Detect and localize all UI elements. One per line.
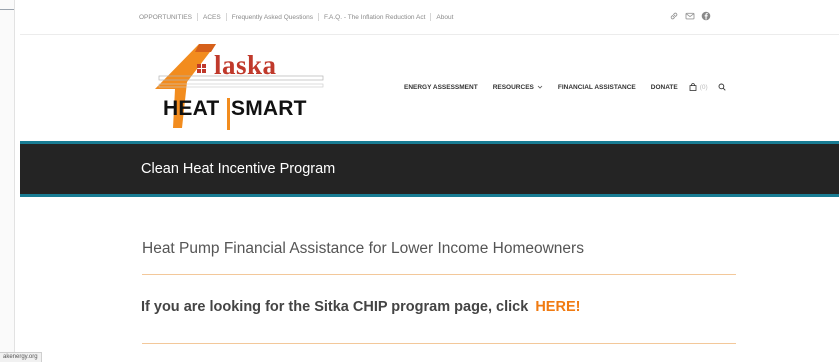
cta-text: If you are looking for the Sitka CHIP pr… <box>141 299 529 315</box>
logo-word-heat: HEAT <box>163 97 220 120</box>
divider <box>142 274 736 275</box>
cta-here-link[interactable]: HERE! <box>535 299 580 315</box>
banner-accent-bottom <box>20 194 839 197</box>
main-nav: ENERGY ASSESSMENT RESOURCES FINANCIAL AS… <box>404 83 726 91</box>
nav-energy-assessment[interactable]: ENERGY ASSESSMENT <box>404 84 478 91</box>
top-links: OPPORTUNITIES ACES Frequently Asked Ques… <box>139 13 453 21</box>
chevron-down-icon <box>537 85 543 89</box>
nav-resources-label: RESOURCES <box>492 83 534 91</box>
nav-financial-assistance[interactable]: FINANCIAL ASSISTANCE <box>558 84 636 91</box>
social-icons <box>669 11 711 21</box>
rail-marker <box>0 9 14 10</box>
toplink-opportunities[interactable]: OPPORTUNITIES <box>139 14 192 21</box>
search-icon[interactable] <box>718 83 726 91</box>
toplink-faq[interactable]: Frequently Asked Questions <box>232 14 313 21</box>
section-heading: Heat Pump Financial Assistance for Lower… <box>142 240 584 257</box>
cta-line: If you are looking for the Sitka CHIP pr… <box>141 299 580 315</box>
site-logo[interactable]: laska HEAT SMART <box>137 42 337 134</box>
divider <box>142 343 736 344</box>
toplink-about[interactable]: About <box>436 14 453 21</box>
top-utility-bar: OPPORTUNITIES ACES Frequently Asked Ques… <box>20 0 839 35</box>
cart-count: (0) <box>699 83 708 91</box>
page-title-banner: Clean Heat Incentive Program <box>20 144 839 194</box>
logo-word-alaska: laska <box>214 50 277 80</box>
left-rail <box>0 0 15 361</box>
toplink-aces[interactable]: ACES <box>203 14 221 21</box>
divider <box>317 13 319 21</box>
toplink-faq-ira[interactable]: F.A.Q. - The Inflation Reduction Act <box>324 14 425 21</box>
nav-resources[interactable]: RESOURCES <box>493 84 543 91</box>
logo-word-smart: SMART <box>231 97 307 120</box>
page-title: Clean Heat Incentive Program <box>141 161 336 177</box>
divider <box>196 13 198 21</box>
mail-icon[interactable] <box>685 11 695 21</box>
facebook-icon[interactable] <box>701 11 711 21</box>
cart-button[interactable]: (0) <box>689 83 708 91</box>
page: OPPORTUNITIES ACES Frequently Asked Ques… <box>20 0 839 361</box>
link-icon[interactable] <box>669 11 679 21</box>
divider <box>430 13 432 21</box>
nav-donate[interactable]: DONATE <box>651 84 678 91</box>
shopping-bag-icon <box>689 83 697 91</box>
divider <box>225 13 227 21</box>
